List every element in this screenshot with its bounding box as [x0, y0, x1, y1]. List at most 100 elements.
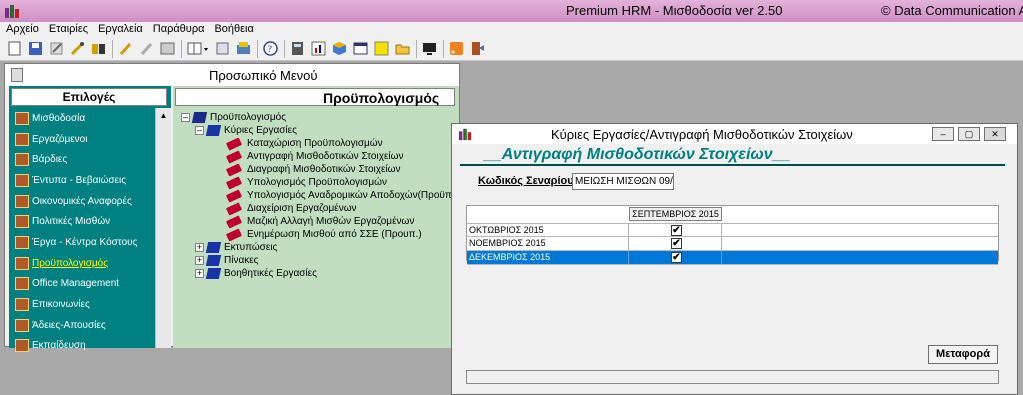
scenario-code-label: Κωδικός Σεναρίου: [478, 175, 574, 187]
new-icon[interactable]: [6, 40, 23, 57]
dialog-title-bar[interactable]: Κύριες Εργασίες/Αντιγραφή Μισθοδοτικών Σ…: [452, 124, 1017, 144]
task-icon: [225, 188, 243, 203]
keys-icon[interactable]: [90, 40, 107, 57]
folder-icon[interactable]: [394, 40, 411, 57]
close-button[interactable]: ✕: [984, 127, 1006, 141]
tree-item[interactable]: Καταχώριση Προϋπολογισμών: [225, 136, 383, 151]
tree-group-icon: [205, 268, 222, 279]
personal-menu-title-bar[interactable]: Προσωπικό Μενού: [5, 64, 459, 86]
tree-group-tables[interactable]: + Πίνακες: [195, 254, 259, 267]
shifts-icon: [15, 153, 29, 167]
scenario-code-field[interactable]: ΜΕΙΩΣΗ ΜΙΣΘΩΝ 09/201: [572, 173, 674, 190]
task-icon: [225, 214, 243, 229]
app-title: Premium HRM - Μισθοδοσία ver 2.50: [566, 3, 783, 18]
expand-icon[interactable]: +: [195, 243, 204, 252]
tree-item[interactable]: Μαζική Αλλαγή Μισθών Εργαζομένων: [225, 214, 414, 229]
grid-column-header[interactable]: ΣΕΠΤΕΜΒΡΙΟΣ 2015: [629, 207, 722, 221]
app-title-bar: Premium HRM - Μισθοδοσία ver 2.50 © Data…: [0, 0, 1023, 22]
tree-group-main[interactable]: – Κύριες Εργασίες: [195, 124, 297, 137]
cube-icon[interactable]: [331, 40, 348, 57]
help-icon[interactable]: ?: [262, 40, 279, 57]
exit-icon[interactable]: [469, 40, 486, 57]
budget-tree-panel: Προϋπολογισμός – Προϋπολογισμός – Κύριες…: [173, 86, 459, 348]
month-checkbox[interactable]: ✔: [671, 252, 682, 263]
calculator-icon[interactable]: [289, 40, 306, 57]
option-shifts[interactable]: Βάρδιες: [11, 149, 153, 170]
tree-root[interactable]: – Προϋπολογισμός: [181, 111, 286, 124]
task-icon: [225, 175, 243, 190]
monitor-icon[interactable]: [421, 40, 438, 57]
menu-companies[interactable]: Εταιρίες: [49, 22, 88, 37]
grid-icon[interactable]: [159, 40, 176, 57]
options-scrollbar[interactable]: ▲: [155, 108, 171, 348]
personal-menu-title: Προσωπικό Μενού: [209, 68, 318, 83]
collapse-icon[interactable]: –: [195, 126, 204, 135]
table-row[interactable]: ΔΕΚΕΜΒΡΙΟΣ 2015 ✔: [467, 251, 998, 265]
cards-icon[interactable]: [235, 40, 252, 57]
task-icon: [225, 162, 243, 177]
app-icon: [5, 5, 19, 18]
tree-item[interactable]: Ενημέρωση Μισθού από ΣΣΕ (Προυπ.): [225, 227, 422, 242]
months-grid: ΣΕΠΤΕΜΒΡΙΟΣ 2015 ΟΚΤΩΒΡΙΟΣ 2015 ✔ ΝΟΕΜΒΡ…: [466, 205, 999, 265]
tree-group-icon: [205, 255, 222, 266]
tree-item[interactable]: Αντιγραφή Μισθοδοτικών Στοιχείων: [225, 149, 403, 164]
option-payroll[interactable]: Μισθοδοσία: [11, 108, 153, 129]
dialog-status-bar: [466, 370, 999, 384]
table-row[interactable]: ΟΚΤΩΒΡΙΟΣ 2015 ✔: [467, 223, 998, 237]
toolbar-separator: [181, 39, 182, 58]
tree-item[interactable]: Διαγραφή Μισθοδοτικών Στοιχείων: [225, 162, 400, 177]
option-budget[interactable]: Προϋπολογισμός: [11, 253, 153, 274]
month-checkbox[interactable]: ✔: [671, 225, 682, 236]
note-icon[interactable]: [373, 40, 390, 57]
menu-file[interactable]: Αρχείο: [6, 22, 39, 37]
option-financial-reports[interactable]: Οικονομικές Αναφορές: [11, 191, 153, 212]
minimize-button[interactable]: –: [932, 127, 954, 141]
window-icon: [11, 68, 23, 82]
option-communications[interactable]: Επικοινωνίες: [11, 294, 153, 315]
tree-group-auxiliary[interactable]: + Βοηθητικές Εργασίες: [195, 267, 317, 280]
edit-icon[interactable]: [48, 40, 65, 57]
tree-item[interactable]: Διαχείριση Εργαζομένων: [225, 201, 357, 216]
collapse-icon[interactable]: –: [181, 113, 190, 122]
option-employees[interactable]: Εργαζόμενοι: [11, 129, 153, 150]
task-icon: [225, 136, 243, 151]
chart-icon[interactable]: [310, 40, 327, 57]
pin-icon[interactable]: [117, 40, 134, 57]
option-forms[interactable]: Έντυπα - Βεβαιώσεις: [11, 170, 153, 191]
maximize-button[interactable]: ▢: [958, 127, 980, 141]
menu-bar: Αρχείο Εταιρίες Εργαλεία Παράθυρα Βοήθει…: [0, 22, 1023, 37]
tools-icon[interactable]: [69, 40, 86, 57]
option-salary-policies[interactable]: Πολιτικές Μισθών: [11, 211, 153, 232]
month-checkbox[interactable]: ✔: [671, 238, 682, 249]
tree-root-icon: [191, 112, 208, 123]
table-row[interactable]: ΝΟΕΜΒΡΙΟΣ 2015 ✔: [467, 237, 998, 251]
rss-icon[interactable]: [448, 40, 465, 57]
training-icon: [15, 339, 29, 353]
app-company: © Data Communication A: [881, 3, 1023, 18]
window-icon[interactable]: [352, 40, 369, 57]
option-leaves[interactable]: Άδειες-Απουσίες: [11, 315, 153, 336]
option-training[interactable]: Εκπαίδευση: [11, 336, 153, 357]
dialog-heading: __Αντιγραφή Μισθοδοτικών Στοιχείων__: [484, 146, 791, 163]
save-icon[interactable]: [27, 40, 44, 57]
print-icon[interactable]: [214, 40, 231, 57]
expand-icon[interactable]: +: [195, 256, 204, 265]
leaves-icon: [15, 318, 29, 332]
task-icon: [225, 149, 243, 164]
expand-icon[interactable]: +: [195, 269, 204, 278]
option-projects[interactable]: Έργα - Κέντρα Κόστους: [11, 232, 153, 253]
menu-help[interactable]: Βοήθεια: [214, 22, 253, 37]
option-office-management[interactable]: Office Management: [11, 274, 153, 295]
pin-disabled-icon[interactable]: [138, 40, 155, 57]
tree-item[interactable]: Υπολογισμός Αναδρομικών Αποδοχών(Προϋπ.): [225, 188, 458, 203]
app-icon: [458, 128, 472, 141]
office-icon: [15, 277, 29, 291]
tree-item[interactable]: Υπολογισμός Προϋπολογισμών: [225, 175, 387, 190]
tree-group-prints[interactable]: + Εκτυπώσεις: [195, 241, 277, 254]
transfer-button[interactable]: Μεταφορά: [928, 345, 998, 364]
menu-windows[interactable]: Παράθυρα: [153, 22, 205, 37]
layout-dropdown-icon[interactable]: [186, 40, 210, 57]
menu-tools[interactable]: Εργαλεία: [98, 22, 143, 37]
projects-icon: [15, 235, 29, 249]
scroll-up-icon[interactable]: ▲: [156, 108, 171, 123]
